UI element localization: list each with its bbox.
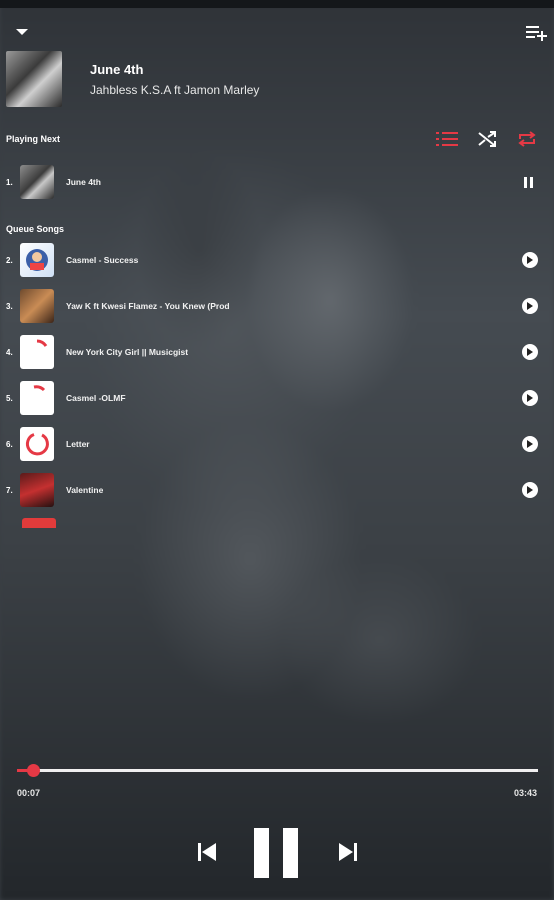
next-button[interactable] [337, 842, 359, 862]
track-title: June 4th [66, 177, 101, 187]
pause-bar-icon [283, 828, 298, 878]
track-number: 2. [6, 255, 13, 265]
skip-previous-icon [198, 843, 216, 861]
shuffle-button[interactable] [476, 130, 498, 148]
play-icon[interactable] [522, 344, 538, 360]
collapse-player-button[interactable] [12, 22, 32, 42]
queue-list-button[interactable] [436, 130, 458, 148]
track-title: Casmel - Success [66, 255, 139, 265]
pause-button[interactable] [254, 828, 298, 878]
track-thumbnail [20, 289, 54, 323]
status-bar [0, 0, 554, 8]
play-icon[interactable] [522, 252, 538, 268]
list-item[interactable]: 2. Casmel - Success [6, 240, 544, 280]
play-icon[interactable] [522, 390, 538, 406]
pause-bar-icon [254, 828, 269, 878]
track-number: 5. [6, 393, 13, 403]
list-item[interactable]: 4. New York City Girl || Musicgist [6, 332, 544, 372]
track-number: 7. [6, 485, 13, 495]
previous-button[interactable] [196, 842, 218, 862]
track-thumbnail [20, 427, 54, 461]
repeat-icon [518, 131, 536, 147]
track-number: 4. [6, 347, 13, 357]
list-item[interactable]: 5. Casmel -OLMF [6, 378, 544, 418]
total-time: 03:43 [513, 788, 537, 798]
list-item[interactable]: 7. Valentine [6, 470, 544, 510]
playlist-add-icon [526, 26, 547, 41]
track-thumbnail [20, 335, 54, 369]
track-title: Casmel -OLMF [66, 393, 126, 403]
skip-next-icon [339, 843, 357, 861]
now-playing-artist: Jahbless K.S.A ft Jamon Marley [90, 82, 260, 97]
list-icon [436, 132, 458, 146]
playback-controls [0, 828, 554, 878]
track-thumbnail [20, 243, 54, 277]
add-to-playlist-button[interactable] [524, 22, 550, 44]
elapsed-time: 00:07 [17, 788, 41, 798]
track-title: Yaw K ft Kwesi Flamez - You Knew (Prod [66, 301, 230, 311]
track-title: Letter [66, 439, 90, 449]
track-thumbnail [20, 473, 54, 507]
album-cover [6, 51, 62, 107]
play-icon[interactable] [522, 482, 538, 498]
play-icon[interactable] [522, 298, 538, 314]
queue-controls [436, 130, 538, 148]
queue-songs-label: Queue Songs [6, 224, 65, 234]
playing-next-row[interactable]: 1. June 4th [6, 162, 544, 202]
seek-bar[interactable] [17, 764, 538, 777]
list-item[interactable]: 3. Yaw K ft Kwesi Flamez - You Knew (Pro… [6, 286, 544, 326]
track-number: 3. [6, 301, 13, 311]
track-thumbnail [20, 381, 54, 415]
track-number: 6. [6, 439, 13, 449]
repeat-button[interactable] [516, 130, 538, 148]
track-title: Valentine [66, 485, 104, 495]
play-icon[interactable] [522, 436, 538, 452]
list-item[interactable]: 6. Letter [6, 424, 544, 464]
chevron-down-icon [16, 29, 28, 35]
track-thumbnail [20, 165, 54, 199]
shuffle-icon [478, 131, 496, 147]
track-number: 1. [6, 177, 13, 187]
track-thumbnail-partial [22, 518, 56, 528]
playing-next-label: Playing Next [6, 134, 61, 144]
pause-icon[interactable] [524, 176, 534, 188]
now-playing-header: June 4th Jahbless K.S.A ft Jamon Marley [6, 51, 259, 107]
track-title: New York City Girl || Musicgist [66, 347, 189, 357]
now-playing-title: June 4th [90, 61, 144, 77]
